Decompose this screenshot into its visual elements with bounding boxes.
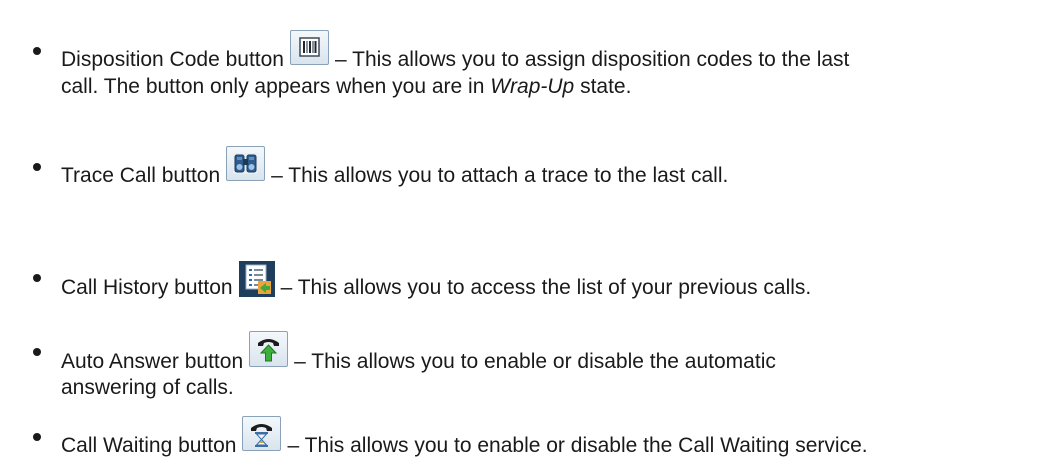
trace-call-button[interactable] xyxy=(226,146,266,181)
item-line-1: Trace Call button – This allows you to a… xyxy=(61,146,729,189)
item-line-2: answering of calls. xyxy=(61,375,234,401)
bullet xyxy=(33,433,41,441)
item-description: – This allows you to assign disposition … xyxy=(334,48,850,71)
phone-hourglass-icon xyxy=(251,424,273,447)
item-label: Call Waiting button xyxy=(61,434,237,457)
item-line-2: call. The button only appears when you a… xyxy=(61,74,631,100)
wrap-up-state: Wrap-Up xyxy=(490,75,575,98)
item-label: Disposition Code button xyxy=(61,48,284,71)
item-line-1: Call Waiting button – This allows you to… xyxy=(61,416,868,459)
bullet xyxy=(33,274,41,282)
bullet xyxy=(33,348,41,356)
item-description-end: state. xyxy=(574,75,632,98)
item-line-1: Auto Answer button – This allows you to … xyxy=(61,331,776,375)
item-label: Trace Call button xyxy=(61,164,221,187)
binoculars-icon xyxy=(233,153,259,174)
call-history-button[interactable] xyxy=(238,261,275,297)
item-description: – This allows you to enable or disable t… xyxy=(294,350,776,373)
call-waiting-button[interactable] xyxy=(242,416,282,451)
bullet xyxy=(33,163,41,171)
item-line-1: Call History button – This allows you to… xyxy=(61,261,812,301)
item-line-1: Disposition Code button – This allows yo… xyxy=(61,30,850,73)
disposition-code-button[interactable] xyxy=(289,30,329,65)
item-description: – This allows you to attach a trace to t… xyxy=(271,164,729,187)
item-label: Auto Answer button xyxy=(61,350,244,373)
item-label: Call History button xyxy=(61,276,233,299)
bullet xyxy=(33,47,41,55)
item-description: – This allows you to enable or disable t… xyxy=(287,434,868,457)
item-description-cont: call. The button only appears when you a… xyxy=(61,75,491,98)
call-history-icon xyxy=(238,261,275,297)
item-description-cont: answering of calls. xyxy=(61,376,234,399)
item-description: – This allows you to access the list of … xyxy=(280,276,812,299)
barcode-icon xyxy=(299,37,320,57)
phone-up-arrow-icon xyxy=(258,339,280,362)
auto-answer-button[interactable] xyxy=(249,331,289,367)
